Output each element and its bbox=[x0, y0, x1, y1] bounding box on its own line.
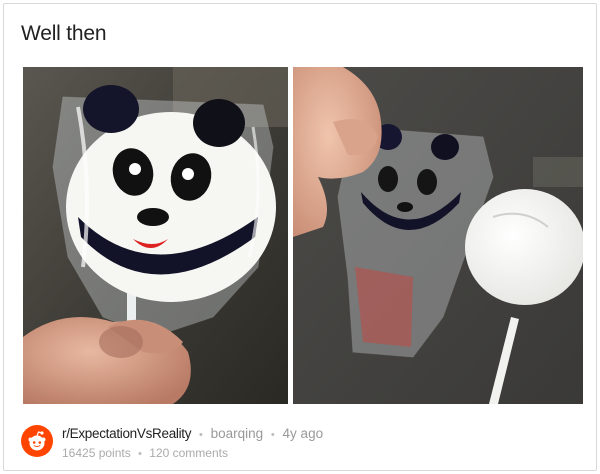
comments-link[interactable]: 120 comments bbox=[149, 446, 228, 460]
points-count: 16425 points bbox=[62, 446, 131, 460]
reality-image[interactable] bbox=[293, 67, 583, 404]
separator-dot: • bbox=[138, 448, 142, 460]
author-link[interactable]: boarqing bbox=[211, 426, 264, 441]
subreddit-link[interactable]: r/ExpectationVsReality bbox=[62, 426, 192, 441]
plain-lollipop-illustration bbox=[293, 67, 583, 404]
expectation-image[interactable] bbox=[23, 67, 288, 404]
separator-dot: • bbox=[270, 429, 275, 441]
panda-lollipop-illustration bbox=[23, 67, 288, 404]
post-age: 4y ago bbox=[282, 426, 324, 441]
reddit-alien-icon[interactable] bbox=[21, 425, 53, 457]
post-card[interactable]: Well then r/ExpectationVsReality • boarq… bbox=[3, 3, 597, 471]
post-title[interactable]: Well then bbox=[21, 22, 107, 46]
separator-dot: • bbox=[198, 429, 203, 441]
